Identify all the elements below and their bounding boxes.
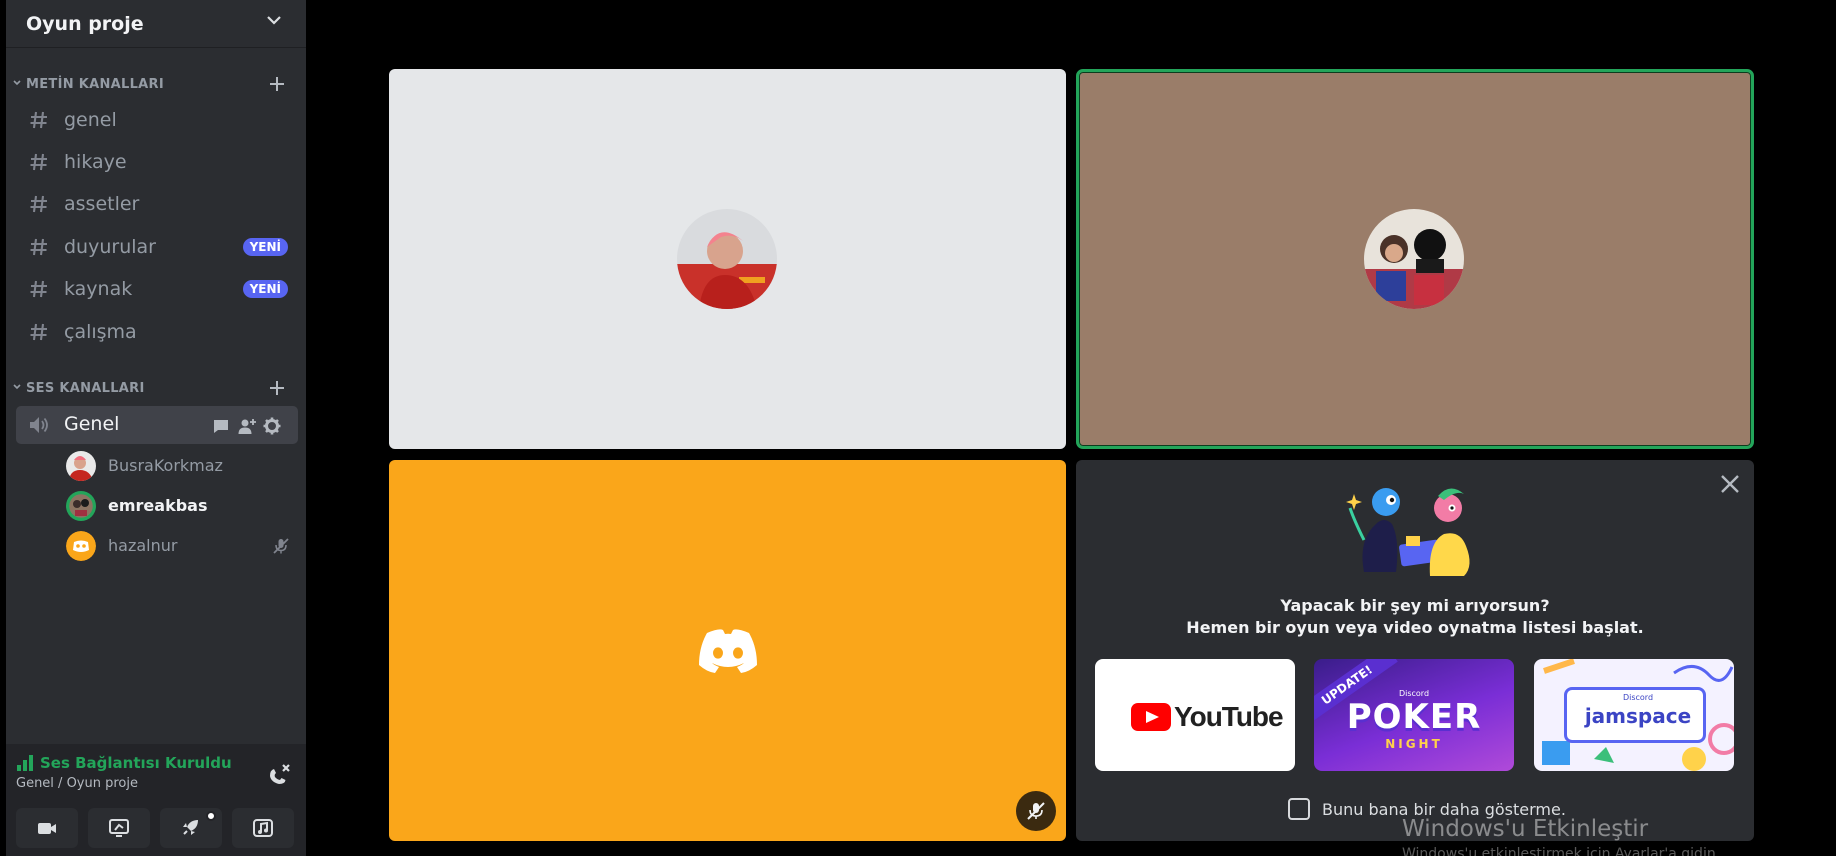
connection-location[interactable]: Genel / Oyun proje <box>16 776 138 791</box>
chevron-down-icon <box>13 384 21 390</box>
discord-logo-icon <box>699 629 757 673</box>
mic-muted-icon <box>1027 802 1045 820</box>
voice-connection-panel: Ses Bağlantısı Kuruldu Genel / Oyun proj… <box>6 744 306 856</box>
voice-channel-genel[interactable]: Genel <box>16 406 298 444</box>
disconnect-call-icon[interactable] <box>266 762 292 788</box>
participant-tile-busrakorkmaz[interactable] <box>389 69 1066 449</box>
chevron-down-icon <box>267 16 281 25</box>
participant-avatar-speaking <box>1364 209 1464 309</box>
activities-button[interactable] <box>160 808 222 848</box>
hash-icon <box>30 280 47 298</box>
jamspace-wordmark: jamspace <box>1584 704 1692 728</box>
muted-indicator <box>1016 791 1056 831</box>
channel-item-hikaye[interactable]: hikaye <box>16 143 298 181</box>
youtube-wordmark: YouTube <box>1174 701 1284 732</box>
poker-title: POKER <box>1346 697 1482 737</box>
server-header[interactable]: Oyun proje <box>6 0 306 48</box>
hash-icon <box>30 238 47 256</box>
channel-label: assetler <box>64 193 140 215</box>
voice-user-emreakbas[interactable]: emreakbas <box>60 488 300 524</box>
voice-actions <box>16 808 296 848</box>
category-label: METİN KANALLARI <box>26 76 164 92</box>
new-badge: YENİ <box>242 280 288 298</box>
add-channel-icon[interactable] <box>268 75 286 93</box>
connection-status-text: Ses Bağlantısı Kuruldu <box>40 754 232 772</box>
username: hazalnur <box>108 536 178 555</box>
activity-card-poker-night[interactable]: UPDATE! Discord POKER NIGHT <box>1314 659 1514 771</box>
channel-sidebar: Oyun proje METİN KANALLARI genel hikaye … <box>6 0 306 856</box>
camera-icon <box>38 823 56 834</box>
hash-icon <box>30 323 47 341</box>
avatar <box>66 531 96 561</box>
soundboard-button[interactable] <box>232 808 294 848</box>
channel-item-kaynak[interactable]: kaynak YENİ <box>16 270 298 308</box>
jamspace-brand: Discord <box>1622 693 1654 702</box>
windows-activation-watermark: Windows'u Etkinleştir <box>1402 816 1649 842</box>
dont-show-checkbox[interactable] <box>1288 798 1310 820</box>
connection-status[interactable]: Ses Bağlantısı Kuruldu <box>16 754 232 772</box>
activity-card-youtube[interactable]: YouTube <box>1095 659 1295 771</box>
avatar-speaking <box>66 491 96 521</box>
add-channel-icon[interactable] <box>268 379 286 397</box>
participant-tile-emreakbas[interactable] <box>1076 69 1754 449</box>
channel-label: kaynak <box>64 278 133 300</box>
jamspace-logo: Discord jamspace <box>1564 687 1706 743</box>
chat-icon[interactable] <box>212 417 230 435</box>
activity-card-jamspace[interactable]: Discord jamspace <box>1534 659 1734 771</box>
chevron-down-icon <box>13 80 21 86</box>
category-label: SES KANALLARI <box>26 380 145 396</box>
poker-subtitle: NIGHT <box>1385 737 1443 751</box>
signal-strength-icon <box>17 755 33 771</box>
participant-avatar <box>677 209 777 309</box>
notification-dot <box>206 811 216 821</box>
channel-item-assetler[interactable]: assetler <box>16 185 298 223</box>
channel-label: duyurular <box>64 236 156 258</box>
gear-icon[interactable] <box>263 417 281 435</box>
activity-prompt-subtitle: Hemen bir oyun veya video oynatma listes… <box>1186 618 1644 637</box>
voice-user-hazalnur[interactable]: hazalnur <box>60 528 300 564</box>
soundboard-icon <box>253 819 273 837</box>
hash-icon <box>30 153 47 171</box>
username: BusraKorkmaz <box>108 456 223 475</box>
rocket-icon <box>183 820 198 835</box>
close-icon[interactable] <box>1718 472 1742 496</box>
channel-label: çalışma <box>64 321 137 343</box>
category-voice-channels[interactable]: SES KANALLARI <box>6 376 306 400</box>
activity-prompt-title: Yapacak bir şey mi arıyorsun? <box>1280 596 1550 615</box>
new-badge: YENİ <box>242 238 288 256</box>
activity-suggestion-panel: Yapacak bir şey mi arıyorsun? Hemen bir … <box>1076 460 1754 841</box>
screen-share-icon <box>109 819 129 837</box>
category-text-channels[interactable]: METİN KANALLARI <box>6 72 306 96</box>
channel-item-calisma[interactable]: çalışma <box>16 313 298 351</box>
speaker-icon <box>30 417 48 433</box>
server-name: Oyun proje <box>26 12 144 35</box>
camera-button[interactable] <box>16 808 78 848</box>
channel-item-genel[interactable]: genel <box>16 101 298 139</box>
hash-icon <box>30 111 47 129</box>
avatar <box>66 451 96 481</box>
channel-label: genel <box>64 109 117 131</box>
voice-user-busrakorkmaz[interactable]: BusraKorkmaz <box>60 448 300 484</box>
participant-tile-hazalnur[interactable] <box>389 460 1066 841</box>
hash-icon <box>30 195 47 213</box>
youtube-logo: YouTube <box>1131 701 1284 733</box>
screen-share-button[interactable] <box>88 808 150 848</box>
channel-item-duyurular[interactable]: duyurular YENİ <box>16 228 298 266</box>
username: emreakbas <box>108 496 208 515</box>
windows-activation-subtitle: Windows'u etkinleştirmek için Ayarlar'a … <box>1402 846 1721 856</box>
play-icon <box>1131 703 1171 731</box>
mic-muted-icon <box>273 538 289 554</box>
voice-channel-label: Genel <box>64 413 120 435</box>
characters-illustration-icon <box>1346 488 1470 576</box>
app-window: Oyun proje METİN KANALLARI genel hikaye … <box>0 0 1836 856</box>
invite-user-icon[interactable] <box>238 417 256 435</box>
channel-label: hikaye <box>64 151 127 173</box>
